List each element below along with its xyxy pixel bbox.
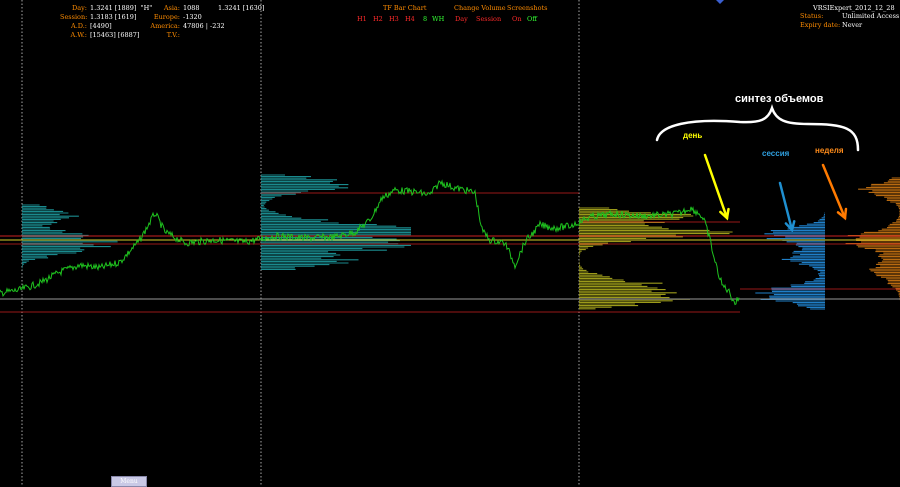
info-left-values: 1.3241 [1889] "H" 1.3183 [1619] [4490] [… <box>90 4 152 40</box>
annotation-session: сессия <box>762 149 790 158</box>
scroll-marker-icon <box>716 0 724 4</box>
tf-option-h2[interactable]: H2 <box>373 15 383 23</box>
session-label: Session: <box>60 13 88 21</box>
tf-option-h3[interactable]: H3 <box>389 15 399 23</box>
aw-value: [15463] [6887] <box>90 31 140 39</box>
tf-bar-chart-title: TF Bar Chart <box>383 4 427 12</box>
ad-label: A.D.: <box>71 22 87 30</box>
annotation-title: синтез объемов <box>735 93 824 105</box>
arrow-day-shaft <box>703 153 729 220</box>
cv-option-day[interactable]: Day <box>455 15 468 23</box>
screenshots-title: Screenshots <box>507 4 548 12</box>
chart-area[interactable]: Day: Session: A.D.: A.W.: 1.3241 [1889] … <box>0 0 900 487</box>
change-volume-title: Change Volume <box>454 4 506 12</box>
arrow-week-shaft <box>821 163 847 220</box>
asia-extra: 1.3241 [1630] <box>218 4 265 12</box>
cv-option-session[interactable]: Session <box>476 15 501 23</box>
menu-button[interactable]: Menu <box>111 476 147 487</box>
tv-label: T.V.: <box>166 31 180 39</box>
volume-profile-week <box>845 177 900 301</box>
annotation-brace <box>655 104 860 152</box>
status-label: Status: <box>800 12 824 20</box>
america-label: America: <box>150 22 180 30</box>
price-chart[interactable] <box>0 0 900 486</box>
expiry-label: Expiry date: <box>800 21 841 29</box>
asia-label: Asia: <box>163 4 180 12</box>
ad-value: [4490] <box>90 22 112 30</box>
ss-option-on[interactable]: On <box>512 15 522 23</box>
menu-button-label: Menu <box>120 478 138 485</box>
info-mid-values: 1088 1.3241 [1630] -1320 47806 | -232 <box>183 4 264 31</box>
aw-label: A.W.: <box>70 31 87 39</box>
volume-profile-day3 <box>579 207 733 310</box>
volume-profile-day2 <box>261 174 411 270</box>
day-value: 1.3241 [1889] <box>90 4 137 12</box>
tv-value: 47806 | -232 <box>183 22 225 30</box>
europe-label: Europe: <box>153 13 180 21</box>
europe-value: -1320 <box>183 13 202 21</box>
day-label: Day: <box>72 4 87 12</box>
asia-value: 1088 <box>183 4 200 12</box>
tf-option-h1[interactable]: H1 <box>357 15 367 23</box>
status-row: Status: Unlimited Access <box>800 12 899 21</box>
status-value: Unlimited Access <box>842 12 900 20</box>
annotation-day: день <box>683 131 703 140</box>
annotation-week: неделя <box>815 146 844 155</box>
expiry-value: Never <box>842 21 863 29</box>
tf-option-8[interactable]: 8 <box>423 15 427 23</box>
info-left-labels: Day: Session: A.D.: A.W.: <box>60 4 87 40</box>
session-value: 1.3183 [1619] <box>90 13 137 21</box>
ss-option-off[interactable]: Off <box>527 15 537 23</box>
info-mid-labels: Asia: Europe: America: T.V.: <box>150 4 180 40</box>
tf-option-wh[interactable]: WH <box>432 15 444 23</box>
expiry-row: Expiry date: Never <box>800 21 862 30</box>
volume-profile-day1 <box>22 204 118 272</box>
tf-option-h4[interactable]: H4 <box>405 15 415 23</box>
